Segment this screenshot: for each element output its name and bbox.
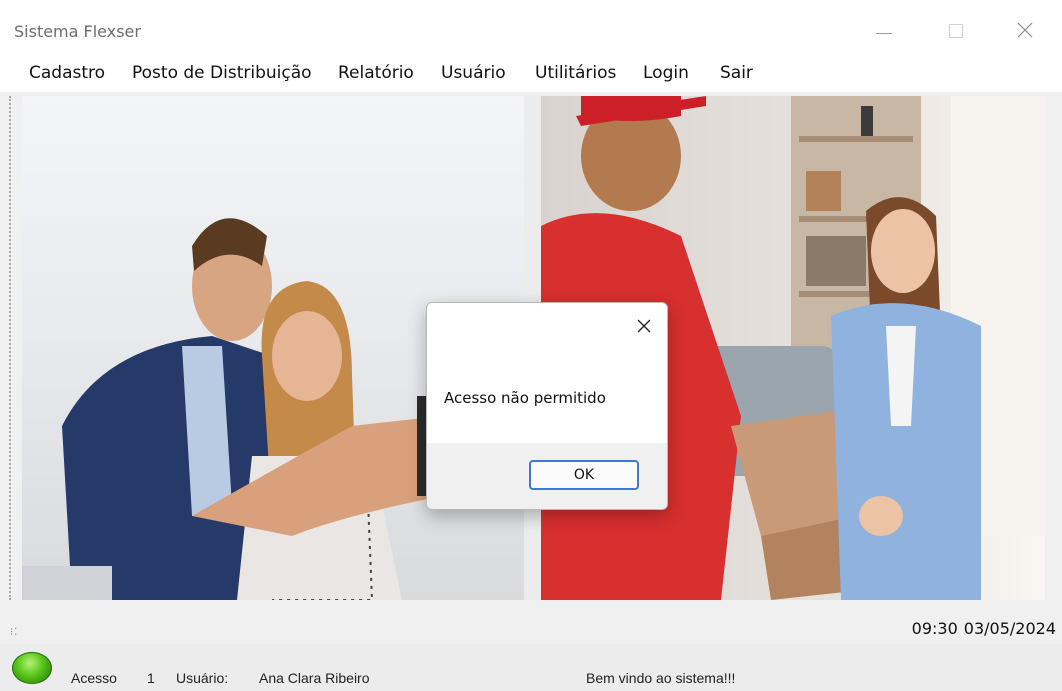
- usuario-label: Usuário:: [176, 670, 229, 686]
- maximize-button[interactable]: [936, 14, 976, 46]
- menu-bar: Cadastro Posto de Distribuição Relatório…: [0, 56, 1062, 92]
- window-title: Sistema Flexser: [14, 22, 141, 41]
- menu-posto-distribuicao[interactable]: Posto de Distribuição: [132, 63, 312, 83]
- title-bar: Sistema Flexser: [0, 0, 1062, 56]
- welcome-text: Bem vindo ao sistema!!!: [586, 670, 736, 686]
- status-led-icon: [12, 652, 52, 684]
- minimize-button[interactable]: [864, 14, 904, 46]
- usuario-value: Ana Clara Ribeiro: [259, 670, 370, 686]
- acesso-value: 1: [147, 670, 155, 686]
- alert-dialog: Acesso não permitido OK: [426, 302, 668, 510]
- acesso-label: Acesso: [71, 670, 117, 686]
- ok-button[interactable]: OK: [529, 460, 639, 490]
- menu-sair[interactable]: Sair: [720, 63, 753, 83]
- user-status-bar: Acesso 1 Usuário: Ana Clara Ribeiro Bem …: [0, 644, 1062, 691]
- clock-date: 03/05/2024: [963, 619, 1056, 638]
- left-grip: [9, 96, 13, 600]
- clock-time: 09:30: [911, 619, 958, 638]
- close-button[interactable]: [1005, 14, 1045, 46]
- dialog-message: Acesso não permitido: [444, 389, 606, 407]
- menu-relatorio[interactable]: Relatório: [338, 63, 414, 83]
- menu-usuario[interactable]: Usuário: [441, 63, 506, 83]
- dialog-close-button[interactable]: [633, 315, 655, 337]
- grip-icon: ⁝⁚: [10, 627, 19, 638]
- dialog-footer: OK: [427, 443, 667, 509]
- close-icon: [1017, 22, 1033, 38]
- clock-status-bar: ⁝⁚ 09:30 03/05/2024: [0, 600, 1062, 644]
- menu-cadastro[interactable]: Cadastro: [29, 63, 105, 83]
- menu-utilitarios[interactable]: Utilitários: [535, 63, 616, 83]
- menu-login[interactable]: Login: [643, 63, 689, 83]
- close-icon: [637, 319, 651, 333]
- clock: 09:30 03/05/2024: [906, 619, 1056, 638]
